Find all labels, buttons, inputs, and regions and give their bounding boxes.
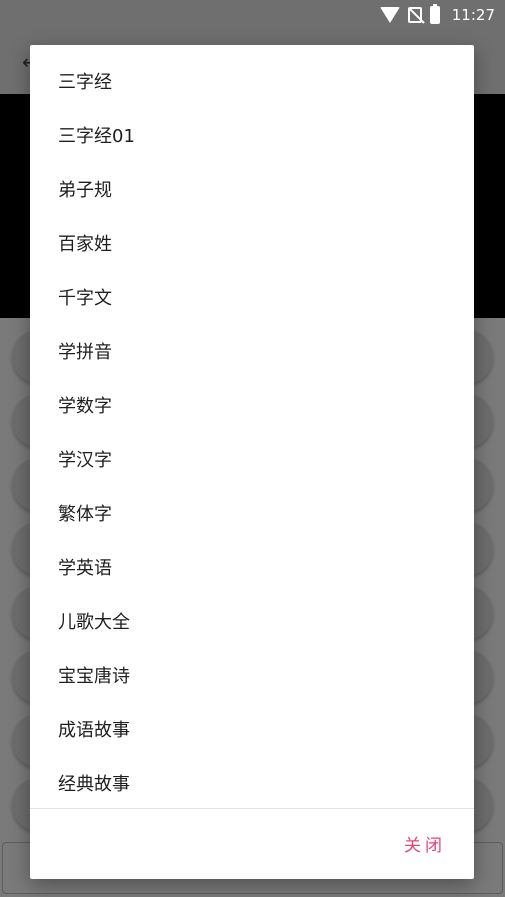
- status-bar: 11:27: [0, 0, 505, 30]
- menu-item-baijiaxing[interactable]: 百家姓: [30, 216, 474, 270]
- menu-item-ergedaquan[interactable]: 儿歌大全: [30, 594, 474, 648]
- menu-item-xuepinyin[interactable]: 学拼音: [30, 324, 474, 378]
- menu-item-xuehanzi[interactable]: 学汉字: [30, 432, 474, 486]
- dialog-menu-list: 三字经 三字经01 弟子规 百家姓 千字文 学拼音 学数字 学汉字 繁体字 学英…: [30, 54, 474, 810]
- selection-dialog: 三字经 三字经01 弟子规 百家姓 千字文 学拼音 学数字 学汉字 繁体字 学英…: [30, 45, 474, 879]
- menu-item-xueshuzi[interactable]: 学数字: [30, 378, 474, 432]
- wifi-icon: [379, 7, 400, 23]
- menu-item-dizigui[interactable]: 弟子规: [30, 162, 474, 216]
- menu-item-jingdiangushi[interactable]: 经典故事: [30, 756, 474, 810]
- status-time: 11:27: [451, 6, 495, 24]
- menu-item-xueyingyu[interactable]: 学英语: [30, 540, 474, 594]
- menu-item-qianziwen[interactable]: 千字文: [30, 270, 474, 324]
- menu-item-baobaotangshi[interactable]: 宝宝唐诗: [30, 648, 474, 702]
- battery-charging-icon: [429, 4, 440, 24]
- close-button[interactable]: 关闭: [404, 831, 446, 856]
- status-icons: 11:27: [379, 4, 495, 26]
- menu-item-chengyugushi[interactable]: 成语故事: [30, 702, 474, 756]
- no-sim-icon: [407, 7, 422, 23]
- menu-item-sanzijing[interactable]: 三字经: [30, 54, 474, 108]
- menu-item-fantizi[interactable]: 繁体字: [30, 486, 474, 540]
- dialog-divider: [30, 808, 474, 809]
- menu-item-sanzijing01[interactable]: 三字经01: [30, 108, 474, 162]
